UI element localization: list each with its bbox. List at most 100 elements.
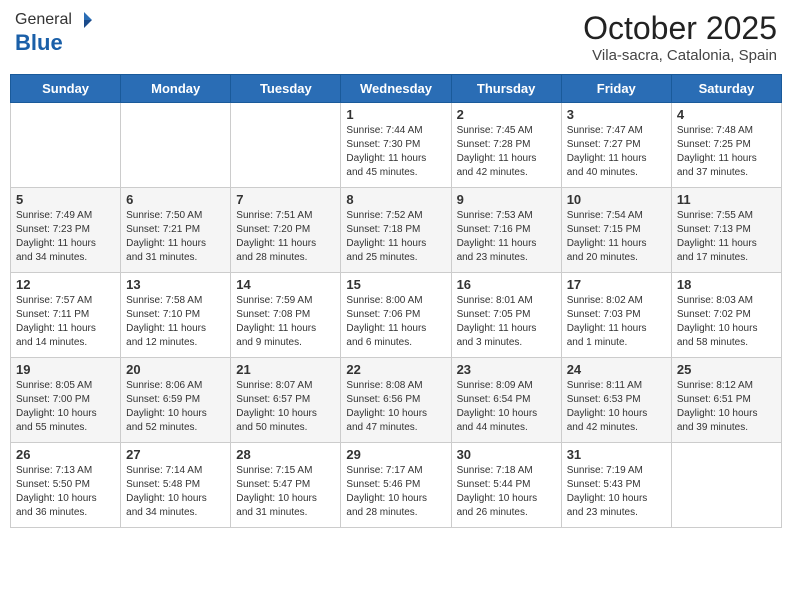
calendar-cell: 12 Sunrise: 7:57 AMSunset: 7:11 PMDayligh…: [11, 273, 121, 358]
calendar-cell: [231, 103, 341, 188]
calendar-cell: 9Sunrise: 7:53 AMSunset: 7:16 PMDaylight…: [451, 188, 561, 273]
calendar-cell: 13 Sunrise: 7:58 AMSunset: 7:10 PMDayligh…: [121, 273, 231, 358]
day-number: 12: [16, 277, 115, 292]
calendar-cell: 6 Sunrise: 7:50 AMSunset: 7:21 PMDaylight…: [121, 188, 231, 273]
day-info: Sunrise: 7:50 AMSunset: 7:21 PMDaylight:…: [126, 209, 225, 265]
day-number: 26: [16, 447, 115, 462]
day-number: 19: [16, 362, 115, 377]
calendar-cell: 22 Sunrise: 8:08 AMSunset: 6:56 PMDayligh…: [341, 358, 451, 443]
day-info: Sunrise: 7:55 AMSunset: 7:13 PMDaylight:…: [677, 209, 776, 265]
day-info: Sunrise: 8:00 AMSunset: 7:06 PMDaylight:…: [346, 294, 445, 350]
calendar-cell: [671, 443, 781, 528]
weekday-header-tuesday: Tuesday: [231, 75, 341, 103]
day-number: 2: [457, 107, 556, 122]
logo-icon: [74, 10, 94, 30]
calendar-cell: 18Sunrise: 8:03 AMSunset: 7:02 PMDayligh…: [671, 273, 781, 358]
day-number: 23: [457, 362, 556, 377]
day-number: 22: [346, 362, 445, 377]
day-info: Sunrise: 7:51 AMSunset: 7:20 PMDaylight:…: [236, 209, 335, 265]
calendar-cell: 15Sunrise: 8:00 AMSunset: 7:06 PMDayligh…: [341, 273, 451, 358]
logo: General Blue: [15, 10, 94, 56]
day-number: 14: [236, 277, 335, 292]
day-number: 25: [677, 362, 776, 377]
calendar-cell: 31Sunrise: 7:19 AMSunset: 5:43 PMDayligh…: [561, 443, 671, 528]
day-info: Sunrise: 7:58 AMSunset: 7:10 PMDaylight:…: [126, 294, 225, 350]
title-block: October 2025 Vila-sacra, Catalonia, Spai…: [583, 10, 777, 64]
week-row-4: 19 Sunrise: 8:05 AMSunset: 7:00 PMDayligh…: [11, 358, 782, 443]
day-number: 6: [126, 192, 225, 207]
day-number: 24: [567, 362, 666, 377]
weekday-header-wednesday: Wednesday: [341, 75, 451, 103]
day-info: Sunrise: 8:05 AMSunset: 7:00 PMDaylight:…: [16, 379, 115, 435]
day-info: Sunrise: 8:12 AMSunset: 6:51 PMDaylight:…: [677, 379, 776, 435]
calendar-cell: 2 Sunrise: 7:45 AMSunset: 7:28 PMDaylight…: [451, 103, 561, 188]
day-info: Sunrise: 7:17 AMSunset: 5:46 PMDaylight:…: [346, 464, 445, 520]
day-info: Sunrise: 7:52 AMSunset: 7:18 PMDaylight:…: [346, 209, 445, 265]
day-number: 31: [567, 447, 666, 462]
calendar-cell: 16Sunrise: 8:01 AMSunset: 7:05 PMDayligh…: [451, 273, 561, 358]
day-info: Sunrise: 7:45 AMSunset: 7:28 PMDaylight:…: [457, 124, 556, 180]
day-info: Sunrise: 7:15 AMSunset: 5:47 PMDaylight:…: [236, 464, 335, 520]
day-number: 28: [236, 447, 335, 462]
logo-blue-text: Blue: [15, 30, 94, 56]
weekday-header-monday: Monday: [121, 75, 231, 103]
calendar-cell: 28 Sunrise: 7:15 AMSunset: 5:47 PMDayligh…: [231, 443, 341, 528]
day-number: 29: [346, 447, 445, 462]
weekday-header-friday: Friday: [561, 75, 671, 103]
calendar-cell: 20 Sunrise: 8:06 AMSunset: 6:59 PMDayligh…: [121, 358, 231, 443]
calendar-cell: [121, 103, 231, 188]
day-info: Sunrise: 7:54 AMSunset: 7:15 PMDaylight:…: [567, 209, 666, 265]
calendar-cell: 29 Sunrise: 7:17 AMSunset: 5:46 PMDayligh…: [341, 443, 451, 528]
day-info: Sunrise: 8:09 AMSunset: 6:54 PMDaylight:…: [457, 379, 556, 435]
calendar-cell: 10 Sunrise: 7:54 AMSunset: 7:15 PMDayligh…: [561, 188, 671, 273]
logo-general-text: General: [15, 11, 72, 29]
day-info: Sunrise: 7:59 AMSunset: 7:08 PMDaylight:…: [236, 294, 335, 350]
day-number: 30: [457, 447, 556, 462]
day-number: 5: [16, 192, 115, 207]
day-number: 16: [457, 277, 556, 292]
day-number: 17: [567, 277, 666, 292]
day-info: Sunrise: 7:49 AMSunset: 7:23 PMDaylight:…: [16, 209, 115, 265]
page-header: General Blue October 2025 Vila-sacra, Ca…: [10, 10, 782, 64]
calendar-cell: 8 Sunrise: 7:52 AMSunset: 7:18 PMDaylight…: [341, 188, 451, 273]
day-number: 7: [236, 192, 335, 207]
calendar-cell: 24 Sunrise: 8:11 AMSunset: 6:53 PMDayligh…: [561, 358, 671, 443]
calendar-cell: 26 Sunrise: 7:13 AMSunset: 5:50 PMDayligh…: [11, 443, 121, 528]
day-number: 13: [126, 277, 225, 292]
week-row-3: 12 Sunrise: 7:57 AMSunset: 7:11 PMDayligh…: [11, 273, 782, 358]
calendar-cell: 11 Sunrise: 7:55 AMSunset: 7:13 PMDayligh…: [671, 188, 781, 273]
weekday-header-thursday: Thursday: [451, 75, 561, 103]
calendar-cell: 25 Sunrise: 8:12 AMSunset: 6:51 PMDayligh…: [671, 358, 781, 443]
day-info: Sunrise: 8:11 AMSunset: 6:53 PMDaylight:…: [567, 379, 666, 435]
day-number: 10: [567, 192, 666, 207]
day-number: 27: [126, 447, 225, 462]
week-row-2: 5 Sunrise: 7:49 AMSunset: 7:23 PMDaylight…: [11, 188, 782, 273]
day-info: Sunrise: 8:06 AMSunset: 6:59 PMDaylight:…: [126, 379, 225, 435]
day-number: 1: [346, 107, 445, 122]
day-info: Sunrise: 7:44 AMSunset: 7:30 PMDaylight:…: [346, 124, 445, 180]
day-number: 18: [677, 277, 776, 292]
day-info: Sunrise: 8:02 AMSunset: 7:03 PMDaylight:…: [567, 294, 666, 350]
calendar-cell: 23 Sunrise: 8:09 AMSunset: 6:54 PMDayligh…: [451, 358, 561, 443]
day-number: 8: [346, 192, 445, 207]
calendar-table: SundayMondayTuesdayWednesdayThursdayFrid…: [10, 74, 782, 528]
day-info: Sunrise: 7:18 AMSunset: 5:44 PMDaylight:…: [457, 464, 556, 520]
day-info: Sunrise: 7:13 AMSunset: 5:50 PMDaylight:…: [16, 464, 115, 520]
day-info: Sunrise: 8:08 AMSunset: 6:56 PMDaylight:…: [346, 379, 445, 435]
day-info: Sunrise: 7:14 AMSunset: 5:48 PMDaylight:…: [126, 464, 225, 520]
calendar-cell: 5 Sunrise: 7:49 AMSunset: 7:23 PMDaylight…: [11, 188, 121, 273]
day-number: 11: [677, 192, 776, 207]
calendar-cell: 7 Sunrise: 7:51 AMSunset: 7:20 PMDaylight…: [231, 188, 341, 273]
day-info: Sunrise: 8:07 AMSunset: 6:57 PMDaylight:…: [236, 379, 335, 435]
weekday-header-row: SundayMondayTuesdayWednesdayThursdayFrid…: [11, 75, 782, 103]
day-number: 20: [126, 362, 225, 377]
week-row-5: 26 Sunrise: 7:13 AMSunset: 5:50 PMDayligh…: [11, 443, 782, 528]
calendar-cell: 30 Sunrise: 7:18 AMSunset: 5:44 PMDayligh…: [451, 443, 561, 528]
week-row-1: 1 Sunrise: 7:44 AMSunset: 7:30 PMDaylight…: [11, 103, 782, 188]
calendar-cell: 4Sunrise: 7:48 AMSunset: 7:25 PMDaylight…: [671, 103, 781, 188]
calendar-cell: 3Sunrise: 7:47 AMSunset: 7:27 PMDaylight…: [561, 103, 671, 188]
calendar-cell: [11, 103, 121, 188]
calendar-cell: 27 Sunrise: 7:14 AMSunset: 5:48 PMDayligh…: [121, 443, 231, 528]
day-info: Sunrise: 7:57 AMSunset: 7:11 PMDaylight:…: [16, 294, 115, 350]
calendar-cell: 1 Sunrise: 7:44 AMSunset: 7:30 PMDaylight…: [341, 103, 451, 188]
